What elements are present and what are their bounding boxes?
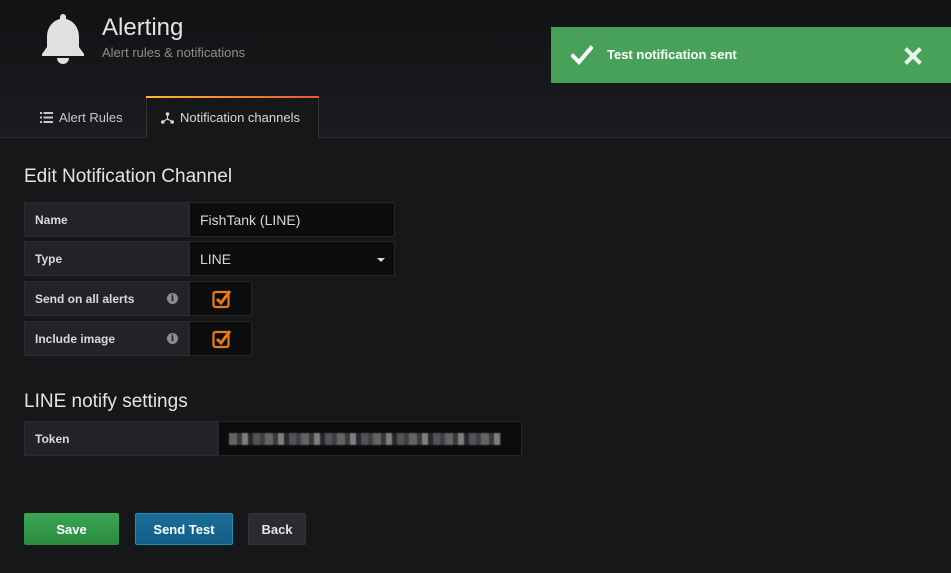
line-settings-heading: LINE notify settings bbox=[24, 391, 188, 412]
save-button[interactable]: Save bbox=[24, 513, 119, 545]
type-select-value: LINE bbox=[200, 250, 232, 267]
include-image-text: Include image bbox=[35, 331, 116, 346]
info-icon[interactable]: i bbox=[167, 293, 178, 304]
send-all-alerts-checkbox[interactable] bbox=[189, 281, 252, 316]
tab-notification-channels[interactable]: Notification channels bbox=[146, 96, 319, 138]
tab-alert-rules-label: Alert Rules bbox=[59, 110, 123, 125]
name-input[interactable]: FishTank (LINE) bbox=[189, 202, 395, 237]
include-image-label: Include image i bbox=[24, 321, 189, 356]
token-label: Token bbox=[24, 421, 218, 456]
send-all-alerts-text: Send on all alerts bbox=[35, 291, 135, 306]
list-icon bbox=[40, 112, 53, 123]
bell-icon bbox=[42, 14, 84, 64]
include-image-checkbox[interactable] bbox=[189, 321, 252, 356]
send-test-button[interactable]: Send Test bbox=[135, 513, 233, 545]
caret-down-icon bbox=[377, 258, 385, 262]
back-button[interactable]: Back bbox=[248, 513, 306, 545]
close-icon[interactable] bbox=[904, 47, 922, 65]
page-title: Alerting bbox=[102, 14, 184, 41]
check-icon bbox=[571, 45, 593, 65]
checkbox-checked-icon bbox=[212, 290, 232, 309]
toast-message: Test notification sent bbox=[607, 47, 737, 62]
type-select[interactable]: LINE bbox=[189, 241, 395, 276]
success-toast: Test notification sent bbox=[551, 27, 951, 83]
tab-alert-rules[interactable]: Alert Rules bbox=[26, 98, 137, 137]
type-label: Type bbox=[24, 241, 189, 276]
share-icon bbox=[161, 111, 174, 124]
name-input-value: FishTank (LINE) bbox=[200, 211, 301, 228]
token-input[interactable] bbox=[218, 421, 522, 456]
page-subtitle: Alert rules & notifications bbox=[102, 45, 246, 60]
send-all-alerts-label: Send on all alerts i bbox=[24, 281, 189, 316]
token-redacted bbox=[229, 433, 501, 445]
info-icon[interactable]: i bbox=[167, 333, 178, 344]
name-label: Name bbox=[24, 202, 189, 237]
edit-channel-heading: Edit Notification Channel bbox=[24, 166, 233, 187]
tab-notification-channels-label: Notification channels bbox=[180, 110, 300, 125]
checkbox-checked-icon bbox=[212, 330, 232, 349]
